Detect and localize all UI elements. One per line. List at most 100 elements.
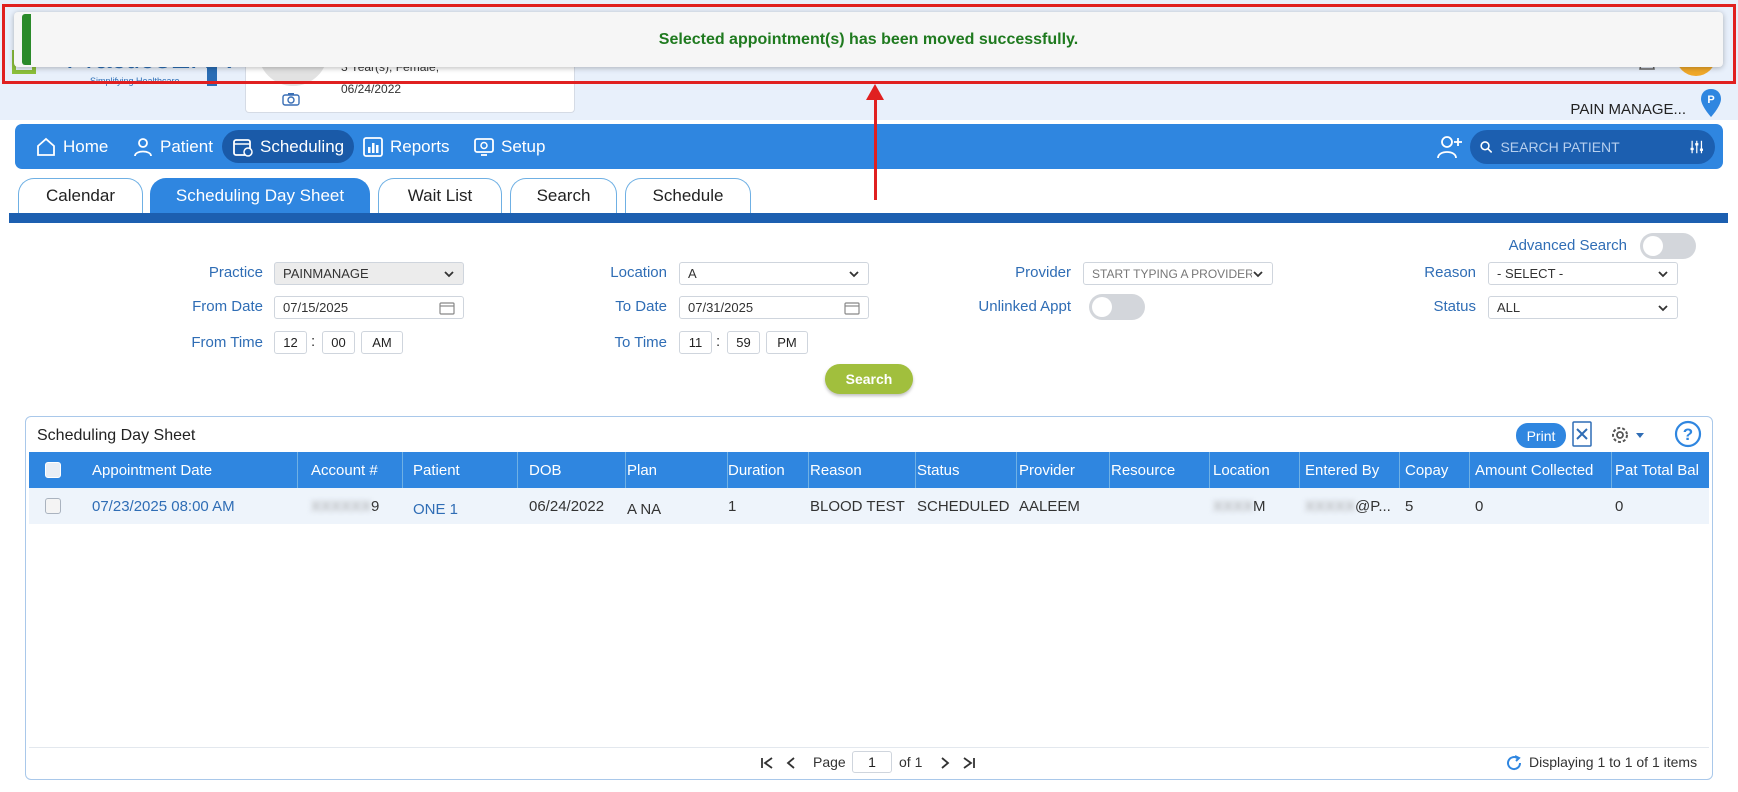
chevron-down-icon xyxy=(1658,304,1668,311)
to-hour-input[interactable]: 11 xyxy=(679,331,712,354)
column-separator xyxy=(517,452,518,488)
to-date-input[interactable]: 07/31/2025 xyxy=(679,296,869,319)
status-select[interactable]: ALL xyxy=(1488,296,1678,319)
tab-schedule[interactable]: Schedule xyxy=(625,178,751,213)
to-ampm-input[interactable]: PM xyxy=(766,331,808,354)
grid-pager: Page 1 of 1 Displaying 1 to 1 of 1 items xyxy=(29,747,1709,777)
advanced-search-toggle[interactable] xyxy=(1640,233,1696,259)
location-pin-icon[interactable]: P xyxy=(1700,88,1722,118)
cell-entered-by: XXXXX @P... xyxy=(1305,488,1391,524)
calendar-clock-icon xyxy=(233,138,253,157)
cell-amount-collected: 0 xyxy=(1475,497,1484,515)
provider-select[interactable]: START TYPING A PROVIDER xyxy=(1083,262,1273,285)
cell-plan: A NA xyxy=(627,500,662,518)
select-all-checkbox[interactable] xyxy=(45,452,61,488)
unlinked-appt-toggle[interactable] xyxy=(1089,294,1145,320)
tab-calendar[interactable]: Calendar xyxy=(18,178,143,213)
prev-page-icon[interactable] xyxy=(783,755,799,771)
col-amount-collected[interactable]: Amount Collected xyxy=(1475,452,1593,488)
calendar-icon[interactable] xyxy=(844,301,860,315)
print-button[interactable]: Print xyxy=(1516,423,1566,448)
from-date-label: From Date xyxy=(192,298,263,315)
refresh-icon[interactable] xyxy=(1505,754,1523,772)
provider-placeholder: START TYPING A PROVIDER xyxy=(1092,266,1252,281)
cell-account-value: 9 xyxy=(371,497,380,515)
col-copay[interactable]: Copay xyxy=(1405,452,1448,488)
time-colon: : xyxy=(716,333,721,350)
column-separator xyxy=(1611,452,1612,488)
col-pat-total-bal[interactable]: Pat Total Bal xyxy=(1615,452,1699,488)
col-status[interactable]: Status xyxy=(917,452,960,488)
col-plan[interactable]: Plan xyxy=(627,452,657,488)
annotation-highlight-box xyxy=(2,4,1736,84)
column-separator xyxy=(297,452,298,488)
blurred-text: XXXXXX xyxy=(311,497,372,515)
cell-location: XXXX M xyxy=(1213,488,1266,524)
tab-wait-list[interactable]: Wait List xyxy=(378,178,502,213)
grid-header: Appointment Date Account # Patient DOB P… xyxy=(29,452,1709,488)
column-separator xyxy=(1469,452,1470,488)
display-count-text: Displaying 1 to 1 of 1 items xyxy=(1529,754,1698,770)
nav-reports[interactable]: Reports xyxy=(352,130,460,163)
col-patient[interactable]: Patient xyxy=(413,452,460,488)
column-separator xyxy=(1399,452,1400,488)
col-resource[interactable]: Resource xyxy=(1111,452,1175,488)
tab-search[interactable]: Search xyxy=(510,178,617,213)
filter-sliders-icon[interactable] xyxy=(1689,138,1705,156)
cell-location-value: M xyxy=(1253,497,1266,515)
column-separator xyxy=(808,452,809,488)
from-hour-input[interactable]: 12 xyxy=(274,331,307,354)
from-ampm-input[interactable]: AM xyxy=(361,331,403,354)
annotation-arrow-line xyxy=(874,96,877,200)
nav-patient[interactable]: Patient xyxy=(122,130,223,163)
table-row[interactable]: 07/23/2025 08:00 AM XXXXXX 9 ONE 1 06/24/… xyxy=(29,488,1709,524)
person-icon xyxy=(134,137,152,156)
from-date-value: 07/15/2025 xyxy=(283,300,349,315)
page-number-input[interactable]: 1 xyxy=(852,751,892,773)
advanced-search-label: Advanced Search xyxy=(1508,237,1627,254)
home-icon xyxy=(37,137,55,156)
search-patient-input[interactable] xyxy=(1500,139,1682,155)
column-separator xyxy=(1109,452,1110,488)
reason-select[interactable]: - SELECT - xyxy=(1488,262,1678,285)
column-separator xyxy=(1016,452,1017,488)
camera-icon[interactable] xyxy=(282,92,300,106)
col-provider[interactable]: Provider xyxy=(1019,452,1075,488)
cell-appointment-date[interactable]: 07/23/2025 08:00 AM xyxy=(92,488,235,524)
bar-chart-icon xyxy=(363,136,383,157)
to-minute-input[interactable]: 59 xyxy=(727,331,760,354)
search-button[interactable]: Search xyxy=(825,364,913,394)
tab-scheduling-day-sheet[interactable]: Scheduling Day Sheet xyxy=(150,178,370,213)
col-location[interactable]: Location xyxy=(1213,452,1270,488)
from-minute-input[interactable]: 00 xyxy=(322,331,355,354)
gear-icon[interactable] xyxy=(1608,423,1648,447)
first-page-icon[interactable] xyxy=(759,755,775,771)
col-entered-by[interactable]: Entered By xyxy=(1305,452,1379,488)
help-icon[interactable]: ? xyxy=(1674,420,1702,448)
col-dob[interactable]: DOB xyxy=(529,452,562,488)
next-page-icon[interactable] xyxy=(937,755,953,771)
blurred-text: XXXX xyxy=(1213,497,1254,515)
col-account[interactable]: Account # xyxy=(311,452,378,488)
excel-export-icon[interactable] xyxy=(1572,421,1592,447)
to-date-value: 07/31/2025 xyxy=(688,300,754,315)
add-patient-icon[interactable] xyxy=(1437,134,1463,160)
last-page-icon[interactable] xyxy=(961,755,977,771)
location-select[interactable]: A xyxy=(679,262,869,285)
from-date-input[interactable]: 07/15/2025 xyxy=(274,296,464,319)
nav-home[interactable]: Home xyxy=(25,130,118,163)
col-duration[interactable]: Duration xyxy=(728,452,785,488)
blurred-text: XXXXX xyxy=(1305,497,1356,515)
row-checkbox[interactable] xyxy=(45,488,61,524)
to-date-label: To Date xyxy=(615,298,667,315)
nav-setup[interactable]: Setup xyxy=(463,130,555,163)
main-nav: Home Patient Scheduling Reports Setup xyxy=(15,124,1723,169)
nav-scheduling[interactable]: Scheduling xyxy=(222,130,355,163)
reason-label: Reason xyxy=(1424,264,1476,281)
col-appointment-date[interactable]: Appointment Date xyxy=(92,452,212,488)
practice-select[interactable]: PAINMANAGE xyxy=(274,262,464,285)
cell-patient[interactable]: ONE 1 xyxy=(413,491,458,527)
nav-home-label: Home xyxy=(63,136,109,156)
col-reason[interactable]: Reason xyxy=(810,452,862,488)
calendar-icon[interactable] xyxy=(439,301,455,315)
